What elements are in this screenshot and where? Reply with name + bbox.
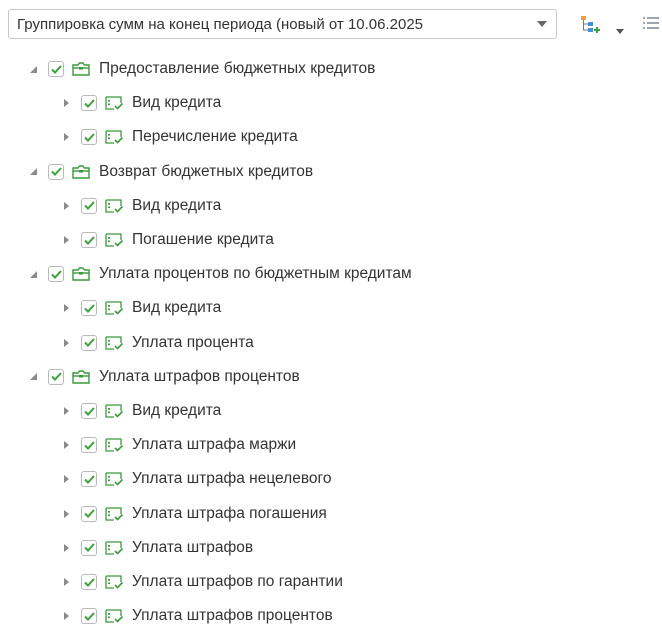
collapsed-triangle-icon[interactable] <box>59 96 73 110</box>
tree-item-label: Уплата штрафов <box>132 538 254 556</box>
tree-structure-icon[interactable] <box>579 14 601 41</box>
tree-group-label: Предоставление бюджетных кредитов <box>99 60 376 77</box>
tree-group-row[interactable]: Предоставление бюджетных кредитов <box>0 56 375 82</box>
tree-item-row[interactable]: Вид кредита <box>0 398 221 424</box>
field-check-icon <box>104 334 124 352</box>
tree-item-label: Уплата штрафов процентов <box>132 607 333 625</box>
grouping-select-value: Группировка сумм на конец периода (новый… <box>17 15 424 33</box>
collapsed-triangle-icon[interactable] <box>59 130 73 144</box>
checkbox[interactable] <box>81 539 97 556</box>
collapsed-triangle-icon[interactable] <box>59 472 73 486</box>
folder-icon <box>71 368 91 386</box>
expand-triangle-icon[interactable] <box>26 370 40 384</box>
collapsed-triangle-icon[interactable] <box>59 199 73 213</box>
checkbox[interactable] <box>81 471 97 488</box>
tree-item-label: Уплата штрафа маржи <box>132 436 297 454</box>
tree-group-row[interactable]: Уплата штрафов процентов <box>0 364 300 390</box>
checkbox[interactable] <box>48 61 64 77</box>
collapsed-triangle-icon[interactable] <box>59 301 73 315</box>
collapsed-triangle-icon[interactable] <box>59 336 73 350</box>
checkbox[interactable] <box>81 95 97 112</box>
field-check-icon <box>104 128 124 146</box>
collapsed-triangle-icon[interactable] <box>59 507 73 521</box>
tree-item-row[interactable]: Вид кредита <box>0 193 221 219</box>
collapsed-triangle-icon[interactable] <box>59 438 73 452</box>
tree-group-label: Возврат бюджетных кредитов <box>99 162 314 180</box>
tree-item-label: Уплата штрафа нецелевого <box>132 470 332 488</box>
field-check-icon <box>104 436 124 454</box>
expand-triangle-icon[interactable] <box>26 62 40 76</box>
tree-item-row[interactable]: Уплата штрафа маржи <box>0 432 296 458</box>
tree-item-label: Уплата штрафов по гарантии <box>132 573 343 590</box>
field-check-icon <box>104 607 124 625</box>
collapsed-triangle-icon[interactable] <box>59 609 73 623</box>
collapsed-triangle-icon[interactable] <box>59 404 73 418</box>
field-check-icon <box>104 94 124 112</box>
tree-item-row[interactable]: Перечисление кредита <box>0 124 298 150</box>
checkbox[interactable] <box>81 608 97 625</box>
tree-group-label: Уплата процентов по бюджетным кредитам <box>99 265 412 283</box>
list-icon[interactable] <box>641 14 661 39</box>
checkbox[interactable] <box>81 574 97 590</box>
toolbar: Группировка сумм на конец периода (новый… <box>8 9 661 41</box>
tree-item-row[interactable]: Уплата штрафов <box>0 535 253 561</box>
folder-icon <box>71 265 91 283</box>
field-check-icon <box>104 299 124 317</box>
tree-item-row[interactable]: Уплата штрафа нецелевого <box>0 466 331 492</box>
tree-item-row[interactable]: Уплата процента <box>0 330 254 356</box>
checkbox[interactable] <box>81 129 97 146</box>
checkbox[interactable] <box>81 437 97 454</box>
tree-item-label: Уплата процента <box>132 333 254 351</box>
dropdown-caret-icon[interactable] <box>616 21 624 39</box>
chevron-down-icon[interactable] <box>528 10 556 38</box>
folder-icon <box>71 60 91 78</box>
checkbox[interactable] <box>81 334 97 351</box>
field-check-icon <box>104 402 124 420</box>
field-check-icon <box>104 505 124 523</box>
tree-item-label: Перечисление кредита <box>132 128 298 146</box>
field-check-icon <box>104 470 124 488</box>
field-check-icon <box>104 539 124 557</box>
checkbox[interactable] <box>48 368 64 385</box>
tree-item-label: Погашение кредита <box>132 231 274 248</box>
tree-item-label: Вид кредита <box>132 94 222 112</box>
checkbox[interactable] <box>48 266 64 283</box>
tree-item-label: Вид кредита <box>132 402 222 419</box>
tree-item-label: Уплата штрафа погашения <box>132 504 327 522</box>
tree-group-label: Уплата штрафов процентов <box>99 367 300 385</box>
tree-item-row[interactable]: Вид кредита <box>0 90 221 116</box>
checkbox[interactable] <box>81 403 97 419</box>
tree-item-row[interactable]: Уплата штрафов по гарантии <box>0 569 343 595</box>
expand-triangle-icon[interactable] <box>26 267 40 281</box>
grouping-select[interactable]: Группировка сумм на конец периода (новый… <box>8 9 557 39</box>
checkbox[interactable] <box>81 505 97 522</box>
tree-item-label: Вид кредита <box>132 196 222 214</box>
tree-item-row[interactable]: Уплата штрафа погашения <box>0 501 327 527</box>
tree-item-row[interactable]: Уплата штрафов процентов <box>0 603 333 629</box>
field-check-icon <box>104 197 124 215</box>
checkbox[interactable] <box>81 197 97 214</box>
collapsed-triangle-icon[interactable] <box>59 233 73 247</box>
expand-triangle-icon[interactable] <box>26 165 40 179</box>
collapsed-triangle-icon[interactable] <box>59 541 73 555</box>
checkbox[interactable] <box>81 232 97 248</box>
tree-item-row[interactable]: Погашение кредита <box>0 227 274 253</box>
tree-item-label: Вид кредита <box>132 299 222 317</box>
collapsed-triangle-icon[interactable] <box>59 575 73 589</box>
tree-group-row[interactable]: Уплата процентов по бюджетным кредитам <box>0 261 412 287</box>
tree-item-row[interactable]: Вид кредита <box>0 295 221 321</box>
folder-icon <box>71 163 91 181</box>
tree-group-row[interactable]: Возврат бюджетных кредитов <box>0 159 313 185</box>
field-check-icon <box>104 231 124 249</box>
checkbox[interactable] <box>81 300 97 317</box>
field-check-icon <box>104 573 124 591</box>
checkbox[interactable] <box>48 163 64 180</box>
